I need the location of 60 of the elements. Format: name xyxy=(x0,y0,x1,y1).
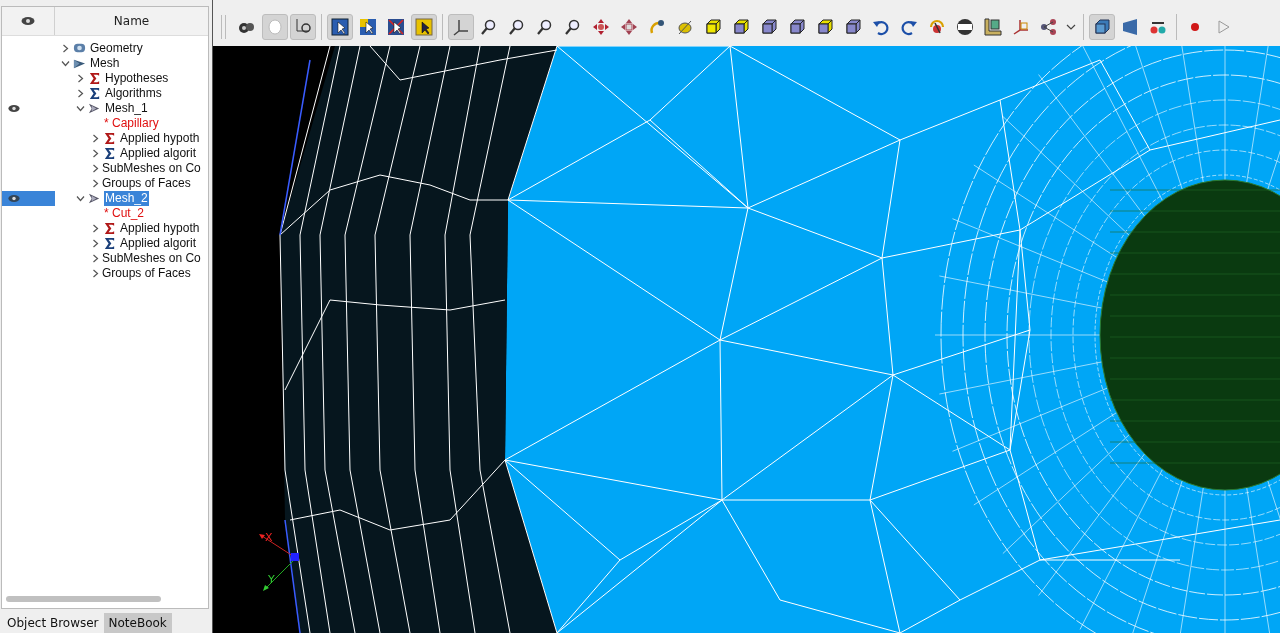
tree-item[interactable]: Algorithms xyxy=(104,86,163,101)
tree-item[interactable]: Mesh xyxy=(89,56,121,71)
axes-button[interactable] xyxy=(448,14,474,40)
cube-icon xyxy=(759,17,779,37)
cube-icon xyxy=(731,17,751,37)
cursor-icon xyxy=(386,17,406,37)
axes-icon xyxy=(1011,17,1031,37)
sigma-icon xyxy=(103,147,116,160)
toolbar-handle[interactable] xyxy=(221,15,226,39)
cube-icon xyxy=(1092,17,1112,37)
panel-tab[interactable]: NoteBook xyxy=(103,613,172,633)
tree-item[interactable]: Hypotheses xyxy=(104,71,170,86)
eye-icon[interactable] xyxy=(8,104,20,113)
sigma-icon xyxy=(103,132,116,145)
tree-item[interactable]: Groups of Faces xyxy=(101,176,192,191)
column-header[interactable]: Name xyxy=(113,14,150,28)
eye-icon[interactable] xyxy=(8,194,20,203)
cube-icon xyxy=(843,17,863,37)
tree-item[interactable]: Applied algorit xyxy=(119,146,198,161)
move-arrows-icon xyxy=(591,17,611,37)
sigma-icon xyxy=(103,222,116,235)
cursor-button[interactable] xyxy=(411,14,437,40)
mesh-icon xyxy=(88,102,101,115)
cube-button[interactable] xyxy=(1089,14,1115,40)
axes-icon xyxy=(451,17,471,37)
tree-item[interactable]: Mesh_1 xyxy=(104,101,149,116)
cursor-button[interactable] xyxy=(327,14,353,40)
arrows-icon xyxy=(619,17,639,37)
cursor-icon xyxy=(330,17,350,37)
axis-label: X xyxy=(265,531,273,544)
tree-item[interactable]: Applied hypoth xyxy=(119,131,201,146)
tree-item[interactable]: Geometry xyxy=(89,41,144,56)
sigma-icon xyxy=(88,72,101,85)
cursor-icon xyxy=(414,17,434,37)
wedge-icon xyxy=(1120,17,1140,37)
tree-item[interactable]: Mesh_2 xyxy=(104,191,149,206)
tree-item[interactable]: SubMeshes on Co xyxy=(101,251,202,266)
tree-item[interactable]: SubMeshes on Co xyxy=(101,161,202,176)
sigma-icon xyxy=(103,237,116,250)
mesh-component-icon xyxy=(73,57,86,70)
cube-icon xyxy=(815,17,835,37)
cube-icon xyxy=(787,17,807,37)
ellipse-icon xyxy=(265,17,285,37)
horizontal-scrollbar[interactable] xyxy=(6,596,161,602)
cursor-icon xyxy=(358,17,378,37)
tree-item[interactable]: Applied algorit xyxy=(119,236,198,251)
geometry-icon xyxy=(73,42,86,55)
tree-item[interactable]: Groups of Faces xyxy=(101,266,192,281)
sigma-icon xyxy=(88,87,101,100)
crop-magnifier-button[interactable] xyxy=(290,14,316,40)
tree-item[interactable]: * Capillary xyxy=(103,116,160,131)
cube-icon xyxy=(703,17,723,37)
tree-item[interactable]: * Cut_2 xyxy=(103,206,146,221)
eye-icon xyxy=(21,16,35,26)
tree-item[interactable]: Applied hypoth xyxy=(119,221,201,236)
molecule-icon xyxy=(1039,17,1059,37)
axis-triad-icon xyxy=(259,534,299,591)
mesh-icon xyxy=(88,192,101,205)
ruler-icon xyxy=(983,17,1003,37)
axis-label: Y xyxy=(268,573,275,586)
